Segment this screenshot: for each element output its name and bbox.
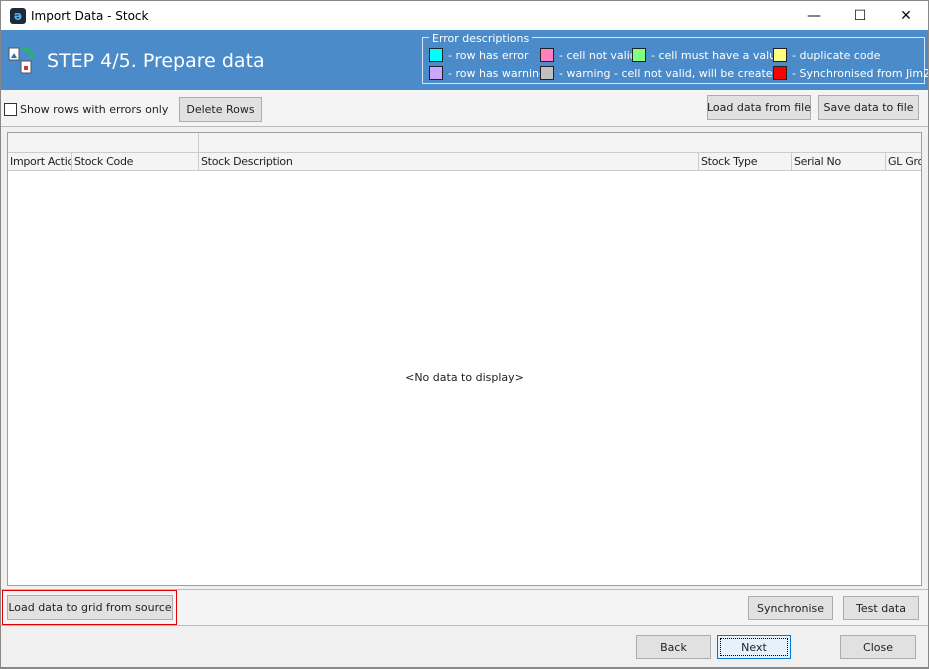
swatch xyxy=(773,66,787,80)
close-window-button[interactable]: ✕ xyxy=(883,1,929,31)
error-legend: Error descriptions - row has error - cel… xyxy=(422,32,929,84)
legend-item-cell-not-valid: - cell not valid xyxy=(540,48,637,62)
swatch xyxy=(540,48,554,62)
save-data-to-file-button[interactable]: Save data to file xyxy=(818,95,919,120)
column-band-header xyxy=(8,133,921,153)
synchronise-button[interactable]: Synchronise xyxy=(748,596,833,620)
swatch xyxy=(773,48,787,62)
column-header-stock-code[interactable]: Stock Code xyxy=(72,153,199,171)
legend-item-synchronised: - Synchronised from Jim2 xyxy=(773,66,929,80)
legend-label: - warning - cell not valid, will be crea… xyxy=(559,66,780,80)
app-icon: ə xyxy=(10,8,26,24)
column-header-row: Import Actio Stock Code Stock Descriptio… xyxy=(8,153,921,171)
show-errors-label[interactable]: Show rows with errors only xyxy=(20,103,168,116)
data-grid[interactable]: Import Actio Stock Code Stock Descriptio… xyxy=(7,132,922,586)
column-header-serial-no[interactable]: Serial No xyxy=(792,153,886,171)
legend-item-warning-created: - warning - cell not valid, will be crea… xyxy=(540,66,780,80)
title-bar: ə Import Data - Stock — ☐ ✕ xyxy=(0,0,929,30)
next-button[interactable]: Next xyxy=(717,635,791,659)
close-button[interactable]: Close xyxy=(840,635,916,659)
maximize-button[interactable]: ☐ xyxy=(837,1,883,31)
load-data-to-grid-button[interactable]: Load data to grid from source xyxy=(7,595,173,620)
no-data-message: <No data to display> xyxy=(405,371,524,384)
legend-item-duplicate-code: - duplicate code xyxy=(773,48,880,62)
legend-item-row-warning: - row has warning xyxy=(429,66,546,80)
swatch xyxy=(540,66,554,80)
legend-title: Error descriptions xyxy=(429,32,533,45)
legend-label: - cell not valid xyxy=(559,48,637,62)
column-header-gl-group[interactable]: GL Gro xyxy=(886,153,921,171)
column-header-stock-description[interactable]: Stock Description xyxy=(199,153,699,171)
window-title: Import Data - Stock xyxy=(31,9,149,23)
wizard-footer: Back Next Close xyxy=(1,627,928,668)
toolbar: Show rows with errors only Delete Rows L… xyxy=(1,90,928,127)
legend-label: - row has warning xyxy=(448,66,546,80)
legend-label: - Synchronised from Jim2 xyxy=(792,66,929,80)
back-button[interactable]: Back xyxy=(636,635,711,659)
swatch xyxy=(429,66,443,80)
step-title: STEP 4/5. Prepare data xyxy=(47,50,265,72)
swatch xyxy=(632,48,646,62)
show-errors-checkbox[interactable] xyxy=(4,103,17,116)
column-header-stock-type[interactable]: Stock Type xyxy=(699,153,792,171)
test-data-button[interactable]: Test data xyxy=(843,596,919,620)
column-header-import-action[interactable]: Import Actio xyxy=(8,153,72,171)
import-icon xyxy=(8,47,36,75)
swatch xyxy=(429,48,443,62)
delete-rows-button[interactable]: Delete Rows xyxy=(179,97,262,122)
band-divider xyxy=(198,133,199,153)
grid-actions-bar: Load data to grid from source Synchronis… xyxy=(1,589,928,626)
legend-label: - duplicate code xyxy=(792,48,881,62)
minimize-button[interactable]: — xyxy=(791,1,837,31)
legend-item-row-error: - row has error xyxy=(429,48,529,62)
load-data-from-file-button[interactable]: Load data from file xyxy=(707,95,811,120)
legend-label: - row has error xyxy=(448,48,529,62)
legend-item-must-have-value: - cell must have a value xyxy=(632,48,783,62)
legend-label: - cell must have a value xyxy=(651,48,783,62)
step-header: STEP 4/5. Prepare data Error description… xyxy=(1,30,929,90)
